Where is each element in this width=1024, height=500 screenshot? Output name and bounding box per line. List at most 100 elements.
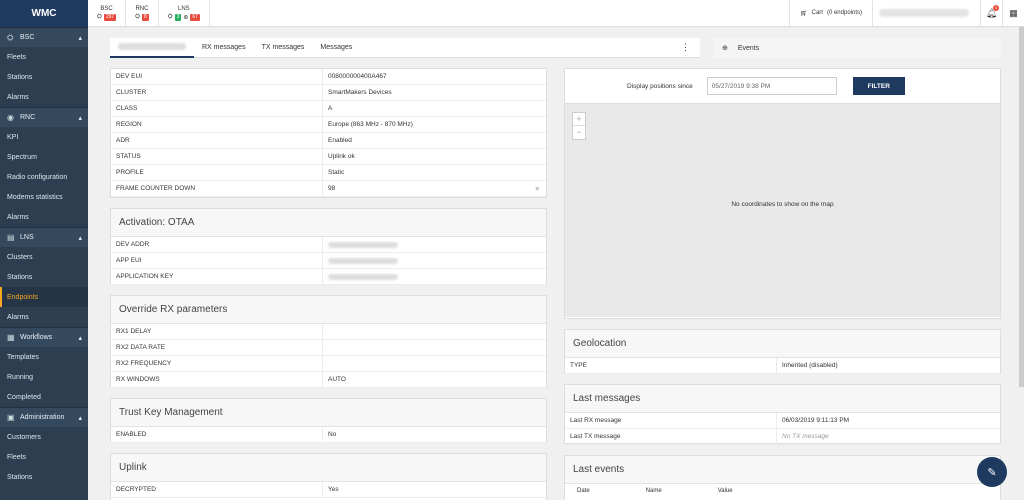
close-icon[interactable]: ✕	[535, 185, 540, 193]
sidebar-section-label: BSC	[20, 34, 35, 41]
activation-row: APP EUI	[111, 252, 546, 269]
detail-row: CLASS A	[111, 100, 546, 117]
override-panel: Override RX parameters RX1 DELAY RX2 DATA…	[110, 295, 547, 388]
network-icon: ⛭	[135, 13, 140, 20]
sidebar-item-clusters[interactable]: Clusters	[0, 247, 88, 267]
detail-key: FRAME COUNTER DOWN	[111, 180, 323, 197]
detail-value-text: Europe (863 MHz - 870 MHz)	[328, 121, 413, 128]
redacted-value	[323, 253, 546, 269]
row-value: 06/03/2019 9:11:13 PM	[782, 417, 850, 424]
row-value: No	[328, 431, 337, 438]
tab-tx-messages[interactable]: TX messages	[254, 38, 313, 58]
notifications-button[interactable]: 🔔︎ 3	[980, 0, 1002, 27]
override-title: Override RX parameters	[111, 296, 546, 324]
sidebar-item-radio-configuration[interactable]: Radio configuration	[0, 167, 88, 187]
detail-value: Uplink ok	[323, 149, 546, 165]
sidebar-item-kpi[interactable]: KPI	[0, 127, 88, 147]
detail-value-text: Static	[328, 169, 345, 176]
zoom-in-button[interactable]: +	[573, 113, 585, 126]
events-col-header: Date	[577, 488, 590, 494]
zoom-control: + −	[572, 112, 586, 140]
map[interactable]: + − No coordinates to show on the map	[565, 103, 1000, 317]
sidebar-item-stations[interactable]: Stations	[0, 67, 88, 87]
tab-messages[interactable]: Messages	[312, 38, 360, 58]
row-key: ENABLED	[111, 426, 323, 443]
edit-button[interactable]: ✎	[977, 457, 1007, 487]
detail-key: PROFILE	[111, 164, 323, 181]
sidebar-section-label: LNS	[20, 234, 34, 241]
detail-key: CLASS	[111, 100, 323, 117]
last-messages-title: Last messages	[565, 385, 1000, 413]
cart-button[interactable]: 🛒︎ Cart (0 endpoints)	[789, 0, 872, 27]
lns-ok-badge: 3	[174, 13, 182, 21]
admin-icon: ▣	[7, 413, 15, 422]
row-key: DECRYPTED	[111, 481, 323, 498]
more-options-icon[interactable]: ⋮	[681, 42, 690, 53]
sidebar-section-rnc[interactable]: ◉ RNC ▴	[0, 107, 88, 127]
sidebar-item-stations[interactable]: Stations	[0, 267, 88, 287]
user-menu[interactable]	[872, 0, 980, 27]
sidebar-item-running[interactable]: Running	[0, 367, 88, 387]
last-events-title: Last events	[565, 456, 1000, 484]
row-key: RX WINDOWS	[111, 371, 323, 388]
sidebar-item-customers[interactable]: Customers	[0, 427, 88, 447]
rnc-status[interactable]: RNC ⛭ 8	[126, 0, 159, 27]
row-key: TYPE	[565, 357, 777, 374]
lns-alarm-badge: 67	[190, 13, 200, 21]
sidebar-item-templates[interactable]: Templates	[0, 347, 88, 367]
sidebar-item-fleets[interactable]: Fleets	[0, 447, 88, 467]
activation-row: DEV ADDR	[111, 236, 546, 253]
sidebar-section-administration[interactable]: ▣ Administration ▴	[0, 407, 88, 427]
row-value: AUTO	[328, 376, 346, 383]
bsc-status[interactable]: BSC ⛭ 297	[88, 0, 127, 27]
cart-label: Cart	[811, 10, 823, 16]
filter-button[interactable]: FILTER	[852, 77, 905, 95]
network-icon: ⛭	[97, 13, 102, 20]
sidebar-section-lns[interactable]: ▤ LNS ▴	[0, 227, 88, 247]
geolocation-panel: Geolocation TYPE Inherited (disabled)	[564, 329, 1001, 374]
workflows-icon: ▦	[7, 333, 15, 342]
row-value	[323, 340, 546, 356]
scrollbar[interactable]	[1019, 27, 1024, 387]
activation-panel: Activation: OTAA DEV ADDR APP EUI APPLICAT…	[110, 208, 547, 285]
detail-value-text: Enabled	[328, 137, 352, 144]
date-input[interactable]: 05/27/2019 9:38 PM	[706, 77, 837, 95]
chevron-up-icon: ▴	[78, 414, 82, 422]
sidebar-section-bsc[interactable]: ⛭ BSC ▴	[0, 27, 88, 47]
bsc-status-label: BSC	[100, 5, 113, 12]
sidebar-item-spectrum[interactable]: Spectrum	[0, 147, 88, 167]
events-col-header: Value	[717, 488, 733, 494]
sidebar-section-workflows[interactable]: ▦ Workflows ▴	[0, 327, 88, 347]
zoom-out-button[interactable]: −	[573, 126, 585, 139]
sidebar-item-alarms[interactable]: Alarms	[0, 87, 88, 107]
row-value: Inherited (disabled)	[782, 362, 838, 369]
sidebar-item-completed[interactable]: Completed	[0, 387, 88, 407]
sidebar-item-fleets[interactable]: Fleets	[0, 47, 88, 67]
rnc-status-label: RNC	[135, 5, 149, 12]
lns-status[interactable]: LNS ⛭ 3 ⊛ 67	[159, 0, 210, 27]
geo-rows-row: TYPE Inherited (disabled)	[565, 357, 1000, 374]
detail-row: DEV EUI 008000000400A467	[111, 68, 546, 85]
chevron-up-icon: ▴	[78, 234, 82, 242]
map-panel: Display positions since 05/27/2019 9:38 …	[564, 68, 1001, 319]
sidebar-item-stations[interactable]: Stations	[0, 467, 88, 487]
tab-endpoint[interactable]	[110, 38, 194, 58]
events-header[interactable]: ⊕ Events	[714, 38, 1001, 58]
cart-icon: 🛒︎	[800, 10, 808, 17]
sidebar-section-label: RNC	[20, 114, 36, 121]
detail-key: STATUS	[111, 148, 323, 165]
row-value	[323, 324, 546, 340]
events-col-header: Name	[645, 488, 662, 494]
ovr-rows-row: RX2 FREQUENCY	[111, 355, 546, 372]
sidebar-item-alarms[interactable]: Alarms	[0, 307, 88, 327]
sidebar-item-alarms[interactable]: Alarms	[0, 207, 88, 227]
sidebar-item-endpoints[interactable]: Endpoints	[0, 287, 88, 307]
detail-value-text: 008000000400A467	[328, 73, 387, 80]
cart-count: (0 endpoints)	[826, 10, 862, 16]
row-key: RX2 DATA RATE	[111, 339, 323, 356]
trust-title: Trust Key Management	[111, 399, 546, 427]
sidebar-item-modems-statistics[interactable]: Modems statistics	[0, 187, 88, 207]
tab-rx-messages[interactable]: RX messages	[194, 38, 254, 58]
detail-value: Static	[323, 165, 546, 181]
apps-button[interactable]: ▦	[1002, 0, 1024, 27]
